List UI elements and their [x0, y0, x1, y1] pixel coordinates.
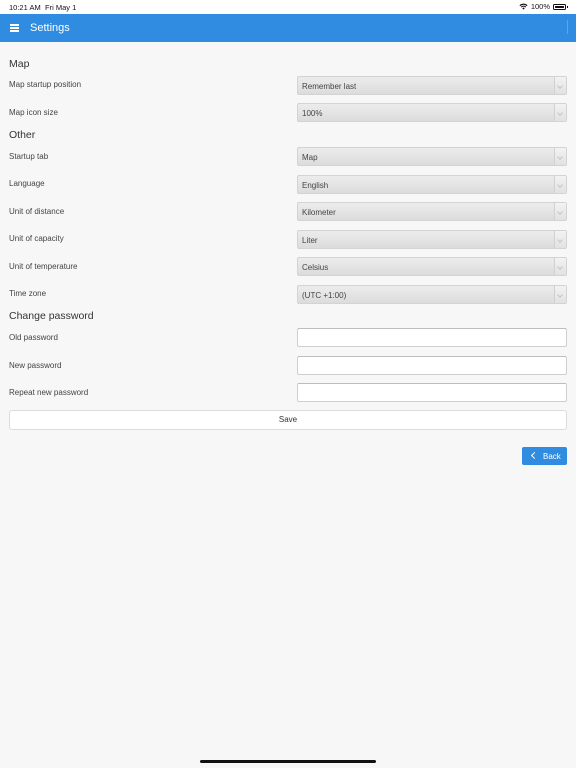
dropdown-button[interactable]	[554, 176, 566, 193]
unit-temperature-select[interactable]: Celsius	[297, 257, 567, 276]
home-indicator[interactable]	[200, 760, 376, 763]
back-button-label: Back	[543, 452, 561, 461]
chevron-left-icon	[530, 451, 539, 460]
battery-percent: 100%	[530, 2, 550, 11]
status-date: Fri May 1	[45, 3, 77, 12]
dropdown-button[interactable]	[554, 286, 566, 303]
unit-capacity-value: Liter	[302, 236, 318, 245]
dropdown-button[interactable]	[554, 77, 566, 94]
unit-temperature-value: Celsius	[302, 263, 329, 272]
startup-tab-select[interactable]: Map	[297, 147, 567, 166]
unit-capacity-select[interactable]: Liter	[297, 230, 567, 249]
hamburger-menu-icon[interactable]	[10, 24, 19, 32]
dropdown-button[interactable]	[554, 104, 566, 121]
time-zone-value: (UTC +1:00)	[302, 291, 347, 300]
section-title-change-password: Change password	[9, 310, 94, 322]
section-title-other: Other	[9, 129, 36, 141]
chevron-down-icon	[557, 154, 563, 160]
map-icon-size-select[interactable]: 100%	[297, 103, 567, 122]
chevron-down-icon	[557, 182, 563, 188]
header-divider	[567, 20, 568, 34]
map-startup-position-label: Map startup position	[9, 80, 82, 89]
status-time: 10:21 AM	[9, 3, 41, 12]
chevron-down-icon	[557, 237, 563, 243]
new-password-field[interactable]	[297, 356, 567, 375]
status-right: 100%	[519, 2, 568, 11]
section-title-map: Map	[9, 58, 30, 70]
old-password-field[interactable]	[297, 328, 567, 347]
unit-distance-label: Unit of distance	[9, 207, 65, 216]
map-startup-position-select[interactable]: Remember last	[297, 76, 567, 95]
save-button[interactable]: Save	[9, 410, 567, 430]
unit-temperature-label: Unit of temperature	[9, 262, 78, 271]
app-header: Settings	[0, 14, 576, 42]
page-title: Settings	[30, 22, 70, 34]
chevron-down-icon	[557, 292, 563, 298]
battery-icon	[553, 3, 568, 10]
startup-tab-value: Map	[302, 153, 318, 162]
back-button[interactable]: Back	[522, 447, 567, 465]
status-bar: 10:21 AM Fri May 1 100%	[0, 0, 576, 14]
repeat-password-field[interactable]	[297, 383, 567, 402]
map-icon-size-value: 100%	[302, 109, 323, 118]
chevron-down-icon	[557, 83, 563, 89]
old-password-label: Old password	[9, 333, 58, 342]
time-zone-label: Time zone	[9, 289, 47, 298]
language-value: English	[302, 181, 329, 190]
chevron-down-icon	[557, 209, 563, 215]
dropdown-button[interactable]	[554, 231, 566, 248]
unit-capacity-label: Unit of capacity	[9, 234, 64, 243]
map-icon-size-label: Map icon size	[9, 108, 58, 117]
unit-distance-value: Kilometer	[302, 208, 336, 217]
repeat-password-label: Repeat new password	[9, 388, 89, 397]
chevron-down-icon	[557, 264, 563, 270]
new-password-label: New password	[9, 361, 62, 370]
dropdown-button[interactable]	[554, 148, 566, 165]
dropdown-button[interactable]	[554, 203, 566, 220]
dropdown-button[interactable]	[554, 258, 566, 275]
language-select[interactable]: English	[297, 175, 567, 194]
map-startup-position-value: Remember last	[302, 82, 357, 91]
chevron-down-icon	[557, 110, 563, 116]
wifi-icon	[519, 3, 528, 10]
startup-tab-label: Startup tab	[9, 152, 49, 161]
language-label: Language	[9, 179, 45, 188]
unit-distance-select[interactable]: Kilometer	[297, 202, 567, 221]
time-zone-select[interactable]: (UTC +1:00)	[297, 285, 567, 304]
